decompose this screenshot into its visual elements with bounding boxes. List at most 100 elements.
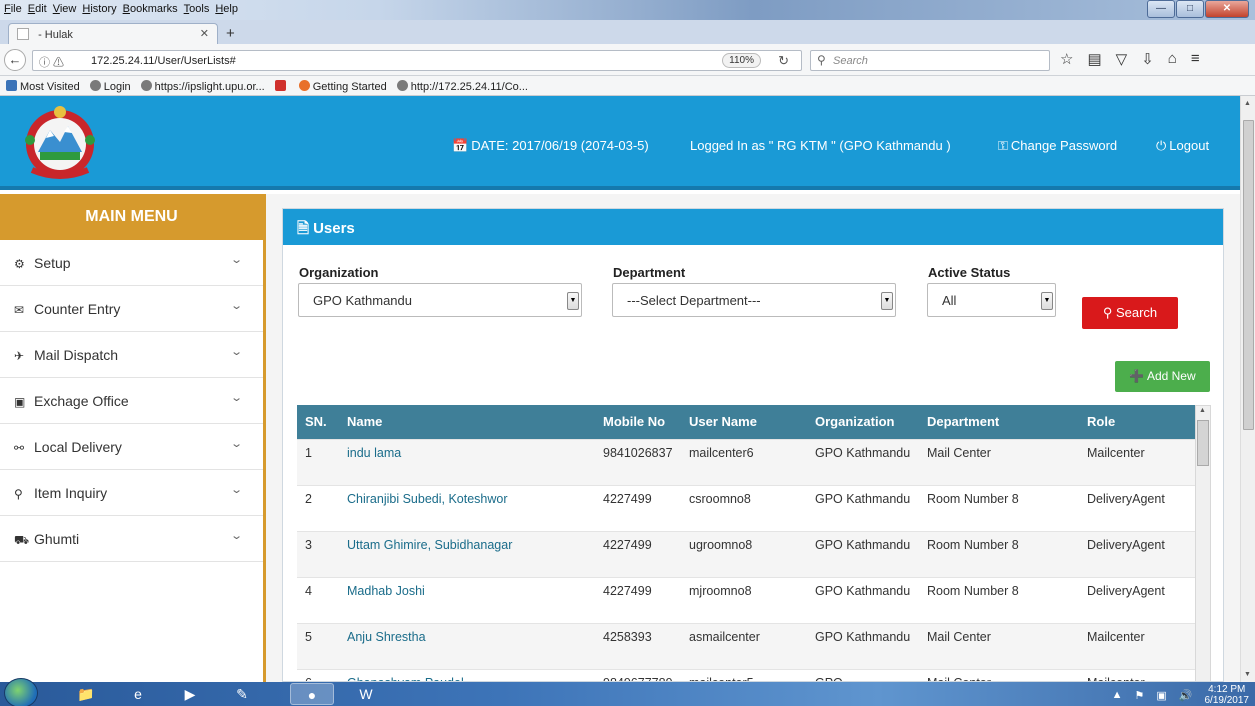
minimize-button[interactable]: — — [1147, 0, 1175, 18]
scroll-up-arrow-icon[interactable]: ▲ — [1199, 407, 1206, 414]
cell-organization: GPO — [807, 668, 919, 681]
cell-name-link[interactable]: Chiranjibi Subedi, Koteshwor — [339, 484, 595, 531]
cogs-icon: ⚙ — [14, 257, 25, 271]
internet-explorer-icon[interactable]: e — [116, 683, 160, 705]
col-mobile[interactable]: Mobile No — [595, 405, 681, 439]
add-new-button[interactable]: ➕ Add New — [1115, 361, 1210, 392]
dropdown-arrow-icon: ▼ — [1041, 292, 1053, 310]
search-icon: ⚲ — [14, 487, 23, 501]
sidebar-item-mail-dispatch[interactable]: ✈ Mail Dispatch ⌄ — [0, 332, 263, 378]
pocket-icon[interactable]: ▽ — [1116, 50, 1128, 68]
bookmark-login[interactable]: Login — [89, 80, 131, 93]
bookmark-star-icon[interactable]: ☆ — [1060, 50, 1073, 68]
menu-history[interactable]: History — [82, 3, 116, 15]
cell-sn: 4 — [297, 576, 339, 623]
organization-select[interactable]: GPO Kathmandu ▼ — [298, 283, 582, 317]
toolbar-icons: ☆ ▤ ▽ ⇩ ⌂ ≡ — [1060, 50, 1200, 68]
cell-organization: GPO Kathmandu — [807, 438, 919, 485]
cell-name-link[interactable]: Anju Shrestha — [339, 622, 595, 669]
start-button[interactable] — [4, 678, 38, 706]
cell-name-link[interactable]: Uttam Ghimire, Subidhanagar — [339, 530, 595, 577]
menu-tools[interactable]: Tools — [184, 3, 210, 15]
word-icon[interactable]: W — [344, 683, 388, 705]
active-status-select[interactable]: All ▼ — [927, 283, 1056, 317]
chevron-down-icon: ⌄ — [229, 254, 243, 266]
browser-search-input[interactable]: ⚲ Search — [810, 50, 1050, 71]
col-name[interactable]: Name — [339, 405, 595, 439]
hamburger-menu-icon[interactable]: ≡ — [1191, 50, 1200, 68]
zoom-level[interactable]: 110% — [722, 53, 761, 68]
menu-edit[interactable]: Edit — [28, 3, 47, 15]
reload-icon[interactable]: ↻ — [778, 53, 789, 69]
window-controls: — □ ✕ — [1146, 0, 1249, 18]
cell-organization: GPO Kathmandu — [807, 622, 919, 669]
close-window-button[interactable]: ✕ — [1205, 0, 1249, 18]
network-icon[interactable]: ▣ — [1156, 689, 1166, 702]
download-icon[interactable]: ⇩ — [1141, 50, 1154, 68]
sidebar-item-exchange-office[interactable]: ▣ Exchage Office ⌄ — [0, 378, 263, 424]
paint-icon[interactable]: ✎ — [220, 683, 264, 705]
volume-icon[interactable]: 🔊 — [1179, 689, 1193, 702]
bookmark-getting-started[interactable]: Getting Started — [298, 80, 387, 93]
ok-icon — [274, 80, 286, 91]
change-password-link[interactable]: ⚿ Change Password — [998, 138, 1117, 154]
new-tab-icon[interactable]: + — [226, 25, 235, 42]
url-bar[interactable]: ⓘ ⚠ 172.25.24.11/User/UserLists# 110% ↻ — [32, 50, 802, 71]
bookmark-ipslight[interactable]: https://ipslight.upu.or... — [140, 80, 265, 93]
logout-link[interactable]: ⏻ Logout — [1156, 138, 1209, 154]
clock[interactable]: 4:12 PM 6/19/2017 — [1205, 684, 1250, 706]
table-scrollbar[interactable]: ▲ — [1195, 405, 1211, 681]
page-scrollbar[interactable]: ▲ ▼ — [1240, 96, 1255, 682]
cell-role: DeliveryAgent — [1079, 530, 1195, 577]
table-row: 1 indu lama 9841026837 mailcenter6 GPO K… — [297, 438, 1195, 485]
cell-username: asmailcenter — [681, 622, 807, 669]
sidebar-item-counter-entry[interactable]: ✉ Counter Entry ⌄ — [0, 286, 263, 332]
reading-list-icon[interactable]: ▤ — [1087, 50, 1101, 68]
bookmark-local-co[interactable]: http://172.25.24.11/Co... — [396, 80, 528, 93]
scroll-up-arrow-icon[interactable]: ▲ — [1244, 100, 1251, 107]
col-organization[interactable]: Organization — [807, 405, 919, 439]
scroll-down-arrow-icon[interactable]: ▼ — [1244, 671, 1251, 678]
maximize-button[interactable]: □ — [1176, 0, 1204, 18]
close-tab-icon[interactable]: ✕ — [200, 27, 209, 40]
site-info-icon[interactable]: ⓘ ⚠ — [39, 54, 64, 70]
url-text: 172.25.24.11/User/UserLists# — [91, 55, 236, 67]
sidebar-item-setup[interactable]: ⚙ Setup ⌄ — [0, 240, 263, 286]
firefox-taskbar-icon[interactable]: ● — [290, 683, 334, 705]
browser-tab[interactable]: - Hulak ✕ — [8, 23, 218, 44]
explorer-icon[interactable]: 📁 — [64, 683, 108, 705]
sidebar-item-local-delivery[interactable]: ⚯ Local Delivery ⌄ — [0, 424, 263, 470]
media-player-icon[interactable]: ▶ — [168, 683, 212, 705]
menu-help[interactable]: Help — [215, 3, 238, 15]
cell-name-link[interactable]: indu lama — [339, 438, 595, 485]
page-scroll-thumb[interactable] — [1243, 120, 1254, 430]
cell-name-link[interactable]: Ghanashyam Paudel — [339, 668, 595, 681]
nepal-emblem-logo — [14, 102, 106, 182]
col-sn[interactable]: SN. — [297, 405, 339, 439]
col-department[interactable]: Department — [919, 405, 1079, 439]
show-hidden-icons-icon[interactable]: ▲ — [1112, 689, 1123, 701]
bookmark-most-visited[interactable]: Most Visited — [6, 80, 80, 93]
menu-file[interactable]: File — [4, 3, 22, 15]
bookmark-ok[interactable] — [274, 80, 289, 91]
col-role[interactable]: Role — [1079, 405, 1195, 439]
current-date: 📅 DATE: 2017/06/19 (2074-03-5) — [452, 138, 649, 153]
sidebar-item-ghumti[interactable]: ⛟ Ghumti ⌄ — [0, 516, 263, 562]
sidebar-item-item-inquiry[interactable]: ⚲ Item Inquiry ⌄ — [0, 470, 263, 516]
back-arrow-icon[interactable]: ← — [4, 49, 26, 71]
table-row: 3 Uttam Ghimire, Subidhanagar 4227499 ug… — [297, 530, 1195, 577]
flag-icon[interactable]: ⚑ — [1135, 689, 1145, 702]
cell-name-link[interactable]: Madhab Joshi — [339, 576, 595, 623]
search-button[interactable]: ⚲ Search — [1082, 297, 1178, 329]
tab-bar: - Hulak ✕ + — [0, 20, 1255, 44]
col-username[interactable]: User Name — [681, 405, 807, 439]
globe-icon — [89, 80, 101, 91]
menu-view[interactable]: View — [53, 3, 77, 15]
department-select[interactable]: ---Select Department--- ▼ — [612, 283, 896, 317]
table-scroll-thumb[interactable] — [1197, 420, 1209, 466]
home-icon[interactable]: ⌂ — [1168, 50, 1177, 68]
cell-username: csroomno8 — [681, 484, 807, 531]
menu-bookmarks[interactable]: Bookmarks — [123, 3, 178, 15]
sidebar: MAIN MENU ⚙ Setup ⌄ ✉ Counter Entry ⌄ ✈ Mai… — [0, 194, 266, 682]
search-placeholder: Search — [833, 55, 868, 67]
